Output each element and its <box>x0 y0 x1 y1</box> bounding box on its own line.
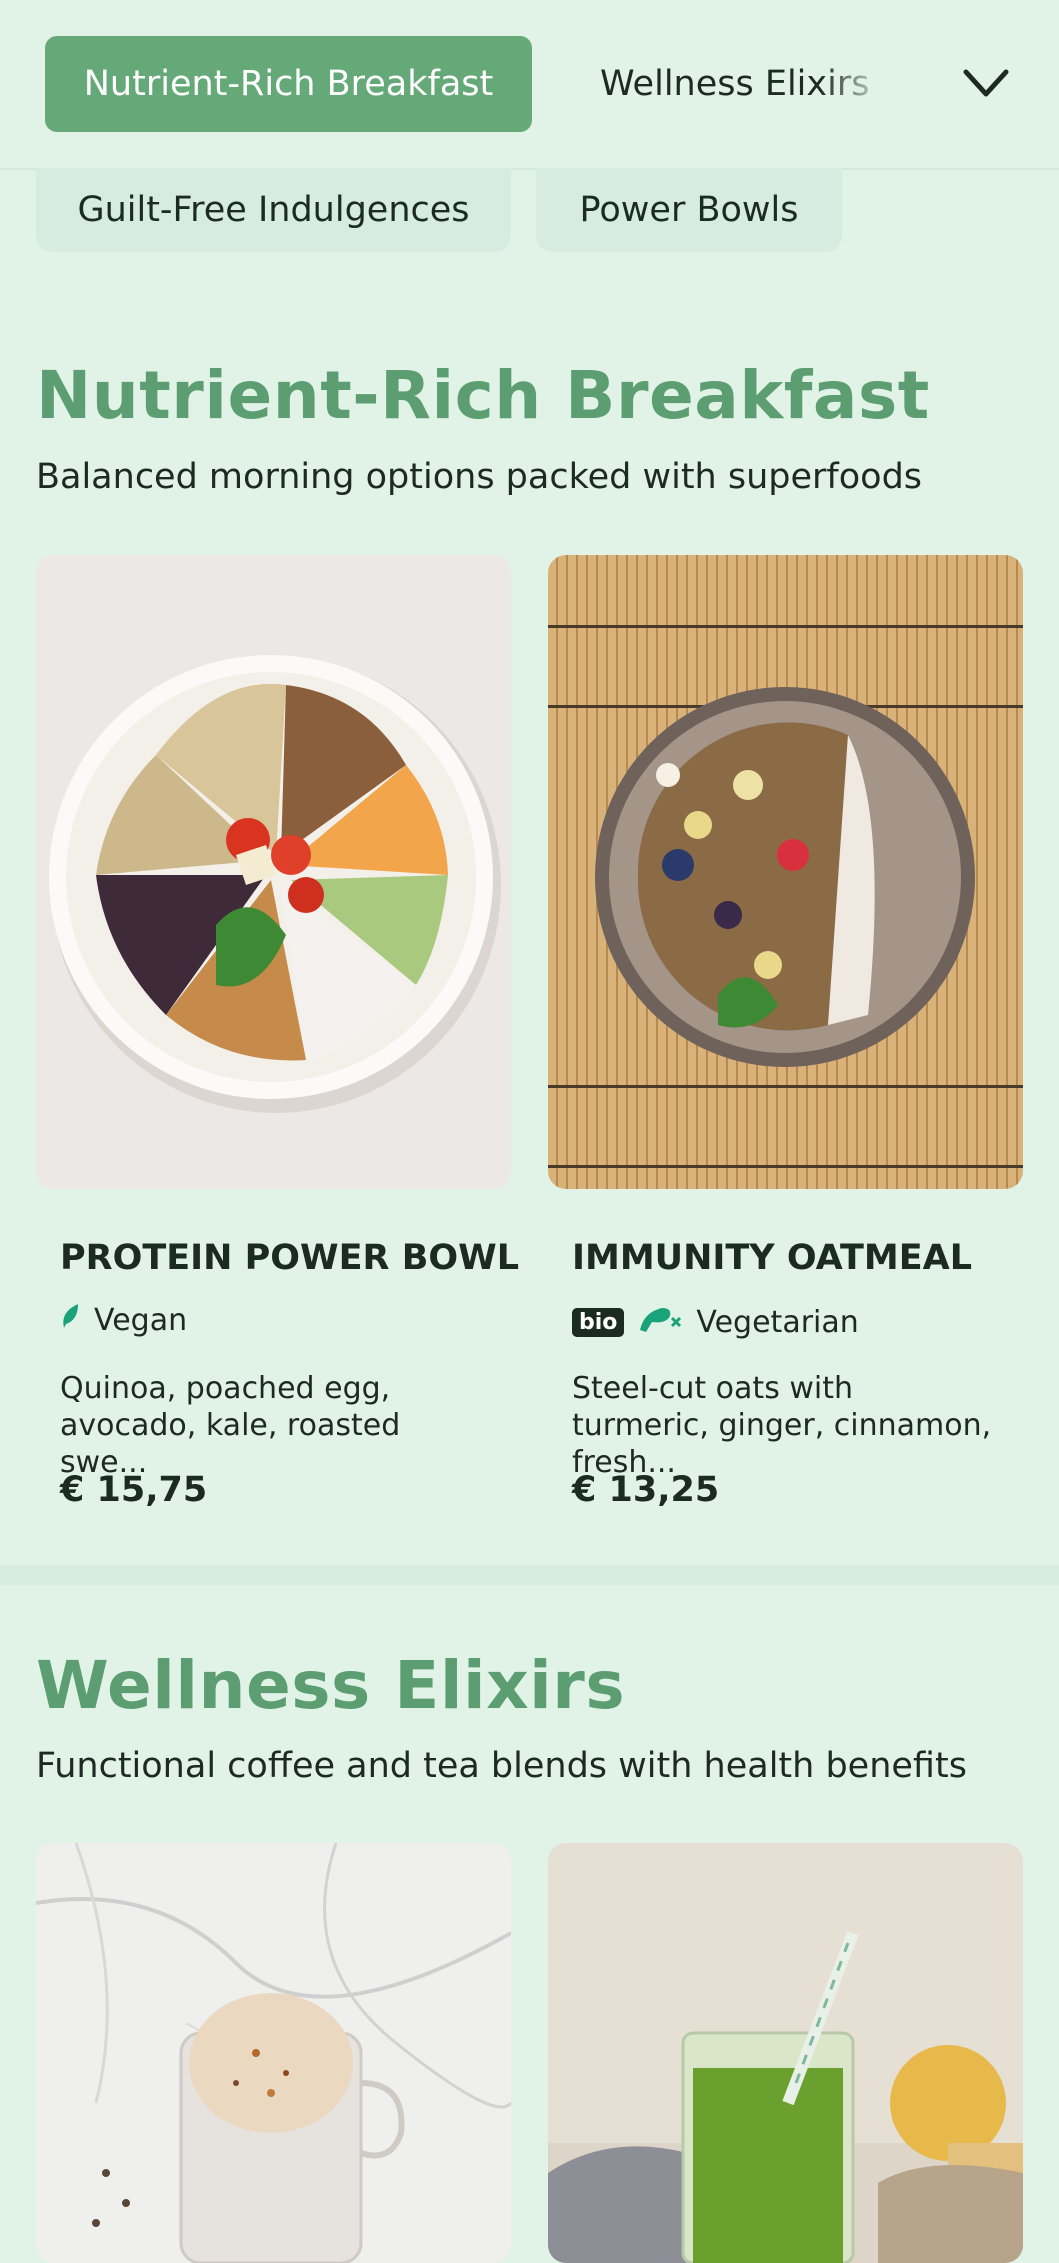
tab-guilt-free-indulgences[interactable]: Guilt-Free Indulgences <box>36 168 511 252</box>
tab-nutrient-rich-breakfast[interactable]: Nutrient-Rich Breakfast <box>45 36 532 132</box>
section-title: Nutrient-Rich Breakfast <box>36 357 930 434</box>
item-tags: Vegan <box>60 1302 187 1338</box>
item-price: € 15,75 <box>60 1470 208 1510</box>
section-subtitle: Balanced morning options packed with sup… <box>36 457 923 497</box>
item-tags: bio Vegetarian <box>572 1302 859 1342</box>
protein-power-bowl-image[interactable] <box>36 555 511 1189</box>
item-price: € 13,25 <box>572 1470 720 1510</box>
leaf-icon <box>60 1302 80 1338</box>
bio-badge: bio <box>572 1307 625 1337</box>
tab-overflow-fade <box>820 50 900 120</box>
item-description: Quinoa, poached egg, avocado, kale, roas… <box>60 1371 401 1480</box>
immunity-oatmeal-image[interactable] <box>548 555 1023 1189</box>
chevron-down-icon[interactable] <box>958 60 1014 106</box>
latte-image[interactable] <box>36 1843 511 2263</box>
no-meat-icon <box>638 1302 682 1342</box>
tab-label: Nutrient-Rich Breakfast <box>83 64 494 104</box>
tag-label: Vegetarian <box>696 1304 859 1340</box>
tag-label: Vegan <box>94 1302 188 1338</box>
item-name: IMMUNITY OATMEAL <box>572 1238 973 1278</box>
category-nav: Nutrient-Rich Breakfast Wellness Elixirs <box>0 0 1059 170</box>
tab-label: Guilt-Free Indulgences <box>77 190 470 230</box>
tab-label: Power Bowls <box>579 190 799 230</box>
tab-power-bowls[interactable]: Power Bowls <box>536 168 842 252</box>
green-juice-image[interactable] <box>548 1843 1023 2263</box>
section-subtitle: Functional coffee and tea blends with he… <box>36 1746 967 1786</box>
section-divider <box>0 1565 1059 1585</box>
item-name: PROTEIN POWER BOWL <box>60 1238 520 1278</box>
item-description: Steel-cut oats with turmeric, ginger, ci… <box>572 1371 992 1480</box>
section-title: Wellness Elixirs <box>36 1647 626 1724</box>
